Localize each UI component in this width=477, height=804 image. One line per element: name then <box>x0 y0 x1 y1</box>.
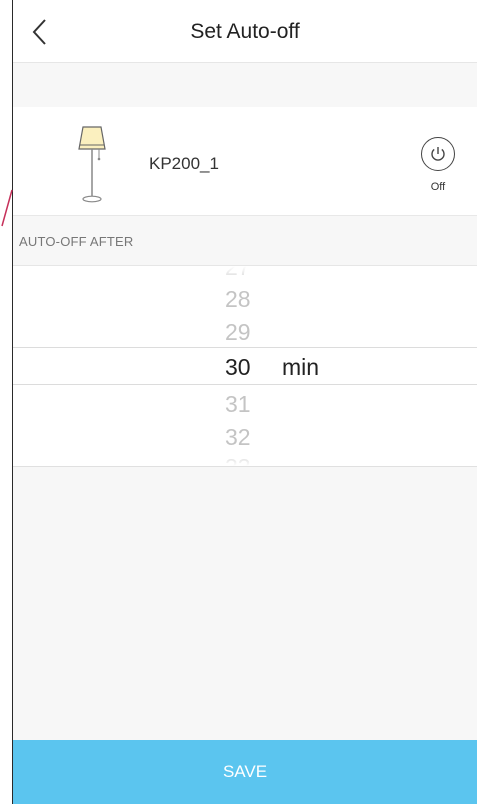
power-button[interactable] <box>421 137 455 171</box>
picker-option[interactable]: 29 <box>13 319 477 346</box>
picker-option-selected[interactable]: 30 <box>13 354 477 381</box>
picker-option[interactable]: 31 <box>13 391 477 418</box>
page-title: Set Auto-off <box>190 20 300 43</box>
time-picker[interactable]: 27 28 29 30 min 31 32 33 <box>13 265 477 467</box>
power-icon <box>431 147 445 161</box>
top-spacer <box>13 63 477 107</box>
frame-accent-line <box>1 189 13 227</box>
power-status: Off <box>430 181 446 193</box>
picker-option[interactable]: 32 <box>13 424 477 451</box>
picker-fade <box>13 450 477 466</box>
save-button[interactable]: SAVE <box>13 740 477 804</box>
picker-unit-label: min <box>282 354 320 380</box>
device-name: KP200_1 <box>149 154 219 173</box>
picker-option[interactable]: 28 <box>13 286 477 313</box>
selection-divider <box>13 347 477 348</box>
picker-fade <box>13 266 477 286</box>
floor-lamp-icon <box>78 126 106 203</box>
header: Set Auto-off <box>13 0 477 63</box>
app-screen: Set Auto-off KP200_1 Off AUTO-OFF AFTER … <box>13 0 477 804</box>
selection-divider <box>13 384 477 385</box>
section-label: AUTO-OFF AFTER <box>19 234 134 249</box>
device-card: KP200_1 Off <box>13 107 477 216</box>
